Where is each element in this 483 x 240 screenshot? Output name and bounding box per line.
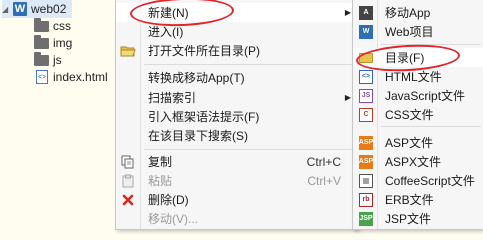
tree-item-css[interactable]: css (34, 17, 71, 35)
submenu-item-web-project[interactable]: W Web项目 (353, 22, 483, 41)
menu-item-label: 打开文件所在目录(P) (148, 44, 260, 58)
menu-item-enter[interactable]: 进入(I) (116, 22, 357, 41)
html-icon: <> (359, 69, 373, 84)
web-project-icon: W (13, 2, 27, 16)
menu-item-delete[interactable]: 删除(D) (116, 190, 357, 209)
tree-item-index-html[interactable]: <> index.html (36, 68, 108, 86)
tree-item-js[interactable]: js (34, 51, 62, 69)
tree-item-label: img (53, 36, 73, 50)
tree-item-img[interactable]: img (34, 34, 72, 52)
css-icon: C (359, 107, 373, 122)
project-tree: ◢ W web02 css img js <> index.html (0, 0, 120, 230)
context-menu: 新建(N) ▶ 进入(I) 打开文件所在目录(P) 转换成移动App(T) 扫描… (115, 0, 358, 230)
menu-item-open-directory[interactable]: 打开文件所在目录(P) (116, 41, 357, 60)
new-submenu: A 移动App W Web项目 目录(F) <> HTML文件 JS JavaS… (352, 0, 483, 230)
tree-root-label: web02 (31, 2, 67, 16)
menu-item-label: 扫描索引 (148, 91, 197, 105)
delete-x-icon (120, 192, 136, 208)
submenu-item-jsp-file[interactable]: JSP JSP文件 (353, 209, 483, 228)
submenu-arrow-icon: ▶ (344, 8, 351, 17)
menu-item-label: 移动(V)... (148, 212, 198, 226)
submenu-item-erb-file[interactable]: rb ERB文件 (353, 190, 483, 209)
folder-icon (34, 51, 49, 66)
submenu-item-label: JavaScript文件 (385, 89, 466, 103)
submenu-item-javascript-file[interactable]: JS JavaScript文件 (353, 86, 483, 105)
submenu-item-directory[interactable]: 目录(F) (353, 48, 483, 67)
menu-item-copy[interactable]: 复制 Ctrl+C (116, 152, 357, 171)
menu-separator (144, 64, 355, 65)
html-file-icon: <> (36, 70, 48, 84)
submenu-item-css-file[interactable]: C CSS文件 (353, 105, 483, 124)
submenu-item-label: CoffeeScript文件 (385, 174, 475, 188)
menu-item-label: 新建(N) (148, 6, 189, 20)
folder-icon (34, 17, 49, 32)
menu-item-new[interactable]: 新建(N) ▶ (116, 3, 357, 22)
folder-icon (359, 51, 373, 65)
js-icon: JS (359, 88, 373, 103)
submenu-item-aspx-file[interactable]: ASP ASPX文件 (353, 152, 483, 171)
jsp-icon: JSP (359, 211, 373, 226)
menu-item-framework-hint[interactable]: 引入框架语法提示(F) (116, 107, 357, 126)
coffee-icon (359, 173, 373, 188)
submenu-item-asp-file[interactable]: ASP ASP文件 (353, 133, 483, 152)
menu-item-label: 进入(I) (148, 25, 184, 39)
submenu-item-label: ERB文件 (385, 193, 434, 207)
submenu-item-label: Web项目 (385, 25, 434, 39)
tree-item-label: css (53, 19, 71, 33)
submenu-item-html-file[interactable]: <> HTML文件 (353, 67, 483, 86)
expand-arrow-icon[interactable]: ◢ (2, 5, 12, 14)
submenu-separator (381, 126, 481, 127)
submenu-item-label: CSS文件 (385, 108, 434, 122)
app-icon: A (359, 5, 373, 20)
menu-item-search-directory[interactable]: 在该目录下搜索(S) (116, 126, 357, 145)
submenu-item-label: 移动App (385, 6, 431, 20)
erb-icon: rb (359, 192, 373, 207)
submenu-item-label: ASP文件 (385, 136, 434, 150)
shortcut-label: Ctrl+C (306, 154, 341, 169)
submenu-item-label: JSP文件 (385, 212, 432, 226)
shortcut-label: Ctrl+V (307, 173, 341, 188)
menu-item-move[interactable]: 移动(V)... (116, 209, 357, 228)
menu-item-scan-index[interactable]: 扫描索引 ▶ (116, 88, 357, 107)
folder-icon (34, 34, 49, 49)
tree-item-label: js (53, 53, 62, 67)
menu-item-label: 引入框架语法提示(F) (148, 110, 260, 124)
menu-item-label: 删除(D) (148, 193, 189, 207)
menu-item-label: 复制 (148, 155, 173, 169)
submenu-arrow-icon: ▶ (344, 93, 351, 102)
submenu-item-mobile-app[interactable]: A 移动App (353, 3, 483, 22)
aspx-icon: ASP (359, 154, 373, 169)
menu-separator (144, 149, 355, 150)
menu-item-paste[interactable]: 粘贴 Ctrl+V (116, 171, 357, 190)
paste-icon (120, 173, 136, 189)
submenu-item-label: HTML文件 (385, 70, 442, 84)
tree-item-label: index.html (53, 70, 108, 84)
asp-icon: ASP (359, 135, 373, 150)
submenu-item-label: ASPX文件 (385, 155, 442, 169)
menu-item-convert-app[interactable]: 转换成移动App(T) (116, 68, 357, 87)
tree-root-web02[interactable]: ◢ W web02 (2, 0, 73, 18)
w-icon: W (359, 24, 373, 39)
menu-item-label: 粘贴 (148, 174, 173, 188)
menu-item-label: 在该目录下搜索(S) (148, 129, 248, 143)
submenu-separator (381, 44, 481, 45)
copy-icon (120, 154, 136, 170)
submenu-item-coffeescript-file[interactable]: CoffeeScript文件 (353, 171, 483, 190)
submenu-item-label: 目录(F) (385, 51, 425, 65)
menu-item-label: 转换成移动App(T) (148, 71, 245, 85)
folder-open-icon (120, 43, 136, 59)
